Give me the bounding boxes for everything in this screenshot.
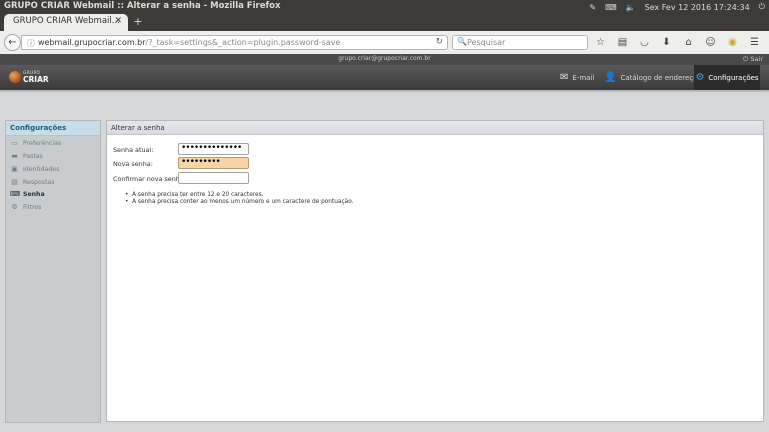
home-icon[interactable]: ⌂ [682, 37, 695, 48]
back-button[interactable]: ← [4, 34, 21, 51]
password-panel: Alterar a senha Senha atual: •••••••••••… [106, 120, 764, 422]
new-password-input[interactable]: ••••••••• [178, 157, 249, 169]
keyboard-icon[interactable]: ⌨ [605, 3, 617, 12]
nav-mail[interactable]: ✉ E-mail [560, 65, 594, 90]
settings-gear-icon: ⚙ [695, 72, 705, 83]
site-info-icon[interactable]: ⓘ [27, 38, 35, 49]
browser-toolbar-icons: ☆ ▤ ◡ ⬇ ⌂ ☺ ◉ ☰ [594, 35, 761, 50]
mail-icon: ✉ [560, 72, 569, 83]
url-path: /?_task=settings&_action=plugin.password… [145, 38, 341, 47]
logout-icon: ⏻ [743, 55, 749, 63]
preferences-icon: ▭ [11, 139, 18, 147]
star-icon[interactable]: ☆ [594, 37, 607, 48]
password-rule: • A senha precisa conter ao menos um núm… [125, 199, 354, 205]
sidebar-item-preferences[interactable]: ▭ Preferências [6, 137, 100, 150]
nav-contacts-label: Catálogo de endereços [620, 73, 702, 82]
sidebar-item-folders[interactable]: ▬ Pastas [6, 150, 100, 163]
reading-list-icon[interactable]: ▤ [616, 37, 629, 48]
password-rule-text: A senha precisa conter ao menos um númer… [132, 199, 354, 205]
tab-label: GRUPO CRIAR Webmail... [13, 16, 120, 26]
nav-contacts[interactable]: 👤 Catálogo de endereços [604, 65, 701, 90]
new-tab-button[interactable]: + [132, 15, 144, 29]
password-rule: • A senha precisa ter entre 12 e 20 cara… [125, 192, 264, 198]
identity-icon: ▣ [11, 165, 18, 173]
settings-sidebar: Configurações ▭ Preferências ▬ Pastas ▣ … [5, 120, 101, 423]
window-title: GRUPO CRIAR Webmail :: Alterar a senha -… [4, 1, 281, 11]
current-password-input[interactable]: •••••••••••••• [178, 143, 249, 155]
current-password-label: Senha atual: [113, 146, 154, 154]
sidebar-item-filters[interactable]: ⚙ Filtros [6, 201, 100, 214]
system-tray: ✎ ⌨ 🔈 Sex Fev 12 2016 17:24:34 ⏻ [589, 1, 765, 13]
logo-ball-icon [9, 71, 21, 83]
download-icon[interactable]: ⬇ [660, 37, 673, 48]
user-email: grupo.criar@grupocriar.com.br [338, 55, 431, 62]
extension-icon[interactable]: ◉ [726, 37, 739, 48]
sidebar-item-label: Pastas [23, 153, 43, 160]
nav-mail-label: E-mail [572, 73, 595, 82]
logo-line2: CRIAR [23, 75, 49, 84]
confirm-password-input[interactable] [178, 172, 249, 184]
pen-icon[interactable]: ✎ [589, 3, 596, 12]
sidebar-heading: Configurações [6, 121, 100, 136]
browser-tab[interactable]: GRUPO CRIAR Webmail... ✕ [4, 14, 128, 31]
menu-icon[interactable]: ☰ [748, 37, 761, 48]
nav-settings[interactable]: ⚙ Configurações [694, 65, 760, 90]
folder-icon: ▬ [11, 152, 18, 160]
responses-icon: ▤ [11, 178, 18, 186]
new-password-label: Nova senha: [113, 160, 153, 168]
volume-icon[interactable]: 🔈 [626, 3, 636, 12]
power-icon[interactable]: ⏻ [759, 2, 765, 12]
sidebar-item-label: Filtros [23, 204, 42, 211]
sidebar-item-label: Respostas [23, 179, 55, 186]
url-text: webmail.grupocriar.com.br/?_task=setting… [38, 38, 340, 47]
search-bar[interactable]: 🔍 Pesquisar [452, 35, 588, 50]
chat-icon[interactable]: ☺ [704, 37, 717, 48]
url-host: webmail.grupocriar.com.br [38, 38, 146, 47]
pocket-icon[interactable]: ◡ [638, 37, 651, 48]
close-tab-icon[interactable]: ✕ [114, 16, 122, 26]
header-divider [0, 90, 769, 92]
nav-settings-label: Configurações [708, 73, 759, 82]
logo[interactable]: GRUPO CRIAR [9, 70, 49, 85]
sidebar-item-label: Senha [23, 191, 45, 198]
filter-icon: ⚙ [11, 203, 18, 211]
search-placeholder: Pesquisar [467, 38, 506, 47]
logout-button[interactable]: ⏻ Sair [743, 55, 763, 64]
sidebar-item-identities[interactable]: ▣ Identidades [6, 163, 100, 176]
contacts-icon: 👤 [604, 72, 617, 83]
sidebar-item-password[interactable]: ⌨ Senha [6, 188, 100, 201]
password-rule-text: A senha precisa ter entre 12 e 20 caract… [132, 192, 264, 198]
url-bar[interactable]: ⓘ webmail.grupocriar.com.br/?_task=setti… [21, 35, 448, 50]
sidebar-item-label: Identidades [23, 166, 60, 173]
reload-icon[interactable]: ↻ [435, 37, 443, 47]
clock[interactable]: Sex Fev 12 2016 17:24:34 [645, 3, 750, 12]
password-icon: ⌨ [10, 190, 21, 198]
logout-label: Sair [750, 55, 763, 63]
sidebar-item-label: Preferências [23, 140, 62, 147]
confirm-password-label: Confirmar nova senha: [113, 175, 186, 183]
panel-heading: Alterar a senha [107, 121, 763, 135]
search-icon: 🔍 [457, 37, 467, 46]
